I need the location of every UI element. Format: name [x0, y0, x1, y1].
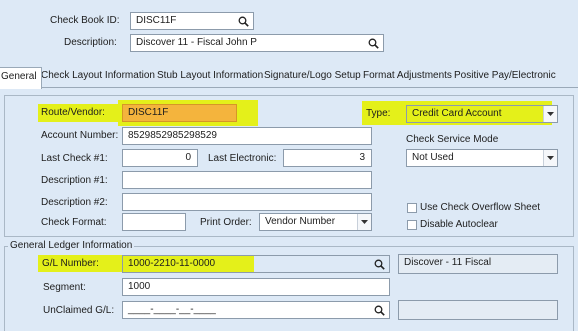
description-label: Description:	[64, 37, 117, 48]
unclaimed-gl-value: ____-____-__-____	[128, 304, 216, 315]
segment-label: Segment:	[43, 282, 86, 293]
print-order-dropdown[interactable]: Vendor Number	[259, 213, 372, 231]
last-check-label: Last Check #1:	[41, 153, 108, 164]
gl-number-field[interactable]: 1000-2210-11-0000	[122, 255, 390, 273]
checkbook-id-label: Check Book ID:	[50, 15, 120, 26]
account-number-field[interactable]: 8529852985298529	[122, 127, 372, 145]
gl-description-field: Discover - 11 Fiscal	[398, 254, 558, 274]
unclaimed-gl-label: UnClaimed G/L:	[43, 305, 115, 316]
disable-autoclear-checkbox[interactable]	[407, 220, 417, 230]
type-value: Credit Card Account	[412, 108, 502, 119]
magnifier-icon[interactable]	[235, 13, 251, 29]
magnifier-icon[interactable]	[371, 302, 387, 318]
tab-format-adjustments[interactable]: Format Adjustments	[359, 67, 456, 85]
route-vendor-label: Route/Vendor:	[38, 104, 124, 122]
type-dropdown[interactable]: Credit Card Account	[406, 105, 558, 123]
description1-label: Description #1:	[41, 175, 108, 186]
gl-number-label: G/L Number:	[42, 258, 99, 269]
magnifier-icon[interactable]	[365, 35, 381, 51]
tab-check-layout[interactable]: Check Layout Information	[37, 67, 159, 85]
tab-strip: General Check Layout Information Stub La…	[0, 67, 578, 89]
last-electronic-field[interactable]: 3	[283, 149, 372, 167]
description2-field[interactable]	[122, 193, 372, 211]
check-format-field[interactable]	[122, 213, 186, 231]
check-format-label: Check Format:	[41, 217, 107, 228]
magnifier-icon[interactable]	[371, 256, 387, 272]
tab-stub-layout[interactable]: Stub Layout Information	[153, 67, 267, 85]
check-service-mode-value: Not Used	[412, 152, 454, 163]
print-order-label: Print Order:	[200, 217, 252, 228]
type-label: Type:	[366, 108, 391, 119]
tab-general[interactable]: General	[0, 67, 42, 89]
gl-number-value: 1000-2210-11-0000	[128, 258, 216, 269]
description-value: Discover 11 - Fiscal John P	[136, 37, 257, 48]
description2-label: Description #2:	[41, 197, 108, 208]
route-vendor-field[interactable]: DISC11F	[122, 104, 237, 122]
segment-field[interactable]: 1000	[122, 278, 390, 296]
checkbook-id-value: DISC11F	[136, 15, 177, 26]
chevron-down-icon[interactable]	[357, 214, 371, 230]
unclaimed-gl-description-field	[398, 300, 558, 320]
tab-signature-logo[interactable]: Signature/Logo Setup	[260, 67, 365, 85]
unclaimed-gl-field[interactable]: ____-____-__-____	[122, 301, 390, 319]
description-field[interactable]: Discover 11 - Fiscal John P	[130, 34, 384, 52]
last-check-field[interactable]: 0	[122, 149, 198, 167]
use-overflow-label: Use Check Overflow Sheet	[420, 202, 541, 213]
check-service-mode-dropdown[interactable]: Not Used	[406, 149, 558, 167]
use-overflow-checkbox[interactable]	[407, 203, 417, 213]
chevron-down-icon[interactable]	[543, 150, 557, 166]
disable-autoclear-label: Disable Autoclear	[420, 219, 498, 230]
print-order-value: Vendor Number	[265, 216, 336, 227]
checkbook-id-field[interactable]: DISC11F	[130, 12, 254, 30]
description1-field[interactable]	[122, 171, 372, 189]
chevron-down-icon[interactable]	[543, 106, 557, 122]
check-service-mode-label: Check Service Mode	[406, 134, 499, 145]
tab-positive-pay[interactable]: Positive Pay/Electronic	[450, 67, 560, 85]
gl-section-title: General Ledger Information	[8, 240, 135, 251]
last-electronic-label: Last Electronic:	[208, 153, 277, 164]
account-number-label: Account Number:	[41, 130, 119, 141]
